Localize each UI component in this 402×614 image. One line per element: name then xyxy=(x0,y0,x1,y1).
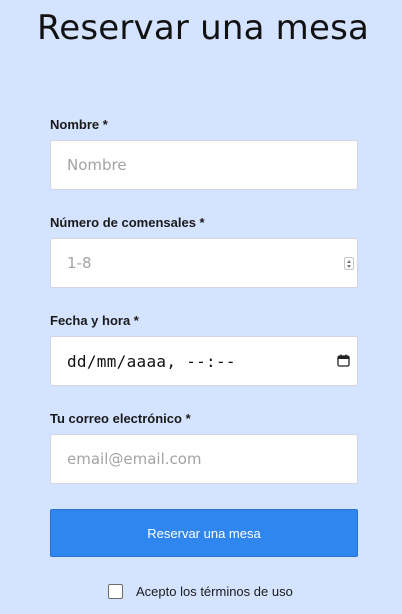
email-input[interactable]: email@email.com xyxy=(50,434,358,484)
guests-placeholder: 1-8 xyxy=(67,254,92,272)
datetime-input[interactable]: dd/mm/aaaa, --:-- xyxy=(50,336,358,386)
name-input[interactable]: Nombre xyxy=(50,140,358,190)
name-label: Nombre * xyxy=(50,117,108,132)
email-placeholder: email@email.com xyxy=(67,450,202,468)
page-title: Reservar una mesa xyxy=(36,8,370,48)
terms-row: Acepto los términos de uso xyxy=(108,583,293,599)
name-placeholder: Nombre xyxy=(67,156,127,174)
email-label: Tu correo electrónico * xyxy=(50,411,191,426)
terms-label: Acepto los términos de uso xyxy=(136,583,293,599)
guests-label: Número de comensales * xyxy=(50,215,205,230)
calendar-icon[interactable] xyxy=(337,354,350,367)
submit-button[interactable]: Reservar una mesa xyxy=(50,509,358,557)
guests-number-input[interactable]: 1-8 xyxy=(50,238,358,288)
datetime-label: Fecha y hora * xyxy=(50,313,139,328)
datetime-value: dd/mm/aaaa, --:-- xyxy=(67,351,236,371)
terms-checkbox[interactable] xyxy=(108,584,123,599)
number-spinner-icon[interactable] xyxy=(344,257,354,270)
